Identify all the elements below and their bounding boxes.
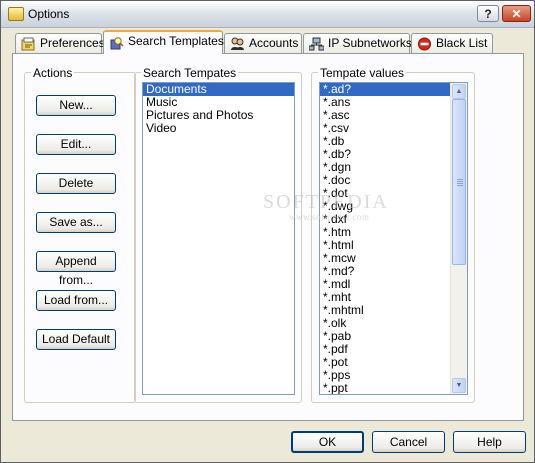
tab-label: Accounts: [249, 36, 299, 50]
help-button[interactable]: Help: [453, 431, 526, 453]
values-scrollbar[interactable]: ▲ ▼: [450, 83, 467, 394]
search-templates-icon: [110, 37, 124, 50]
actions-group: Actions New... Edit... Delete Save as...…: [24, 66, 136, 403]
scroll-thumb[interactable]: [452, 99, 466, 265]
tab-label: Search Templates: [128, 34, 224, 48]
preferences-icon: [21, 37, 35, 51]
network-icon: [309, 37, 324, 51]
scroll-down-arrow-icon[interactable]: ▼: [452, 378, 466, 393]
template-list-item[interactable]: Video: [143, 122, 294, 135]
templates-listbox[interactable]: Documents Music Pictures and Photos Video: [142, 82, 295, 395]
value-list-item[interactable]: *.ppt: [320, 382, 450, 395]
values-group-label: Tempate values: [318, 66, 407, 80]
close-button[interactable]: ✕: [502, 5, 531, 22]
title-bar[interactable]: Options ? ✕: [1, 1, 534, 28]
scroll-up-arrow-icon[interactable]: ▲: [452, 84, 466, 99]
cancel-button[interactable]: Cancel: [372, 431, 445, 453]
app-icon: [8, 7, 24, 21]
templates-group: Search Tempates Documents Music Pictures a…: [134, 66, 302, 403]
load-from-button[interactable]: Load from...: [36, 290, 116, 311]
tab-accounts[interactable]: Accounts: [224, 33, 302, 53]
edit-button[interactable]: Edit...: [36, 134, 116, 155]
values-listbox[interactable]: *.ad? *.ans *.asc *.csv *.db *.db? *.dgn *.doc *…: [319, 82, 468, 395]
values-group: Tempate values *.ad? *.ans *.asc *.csv *.db *…: [311, 66, 475, 403]
search-templates-panel: Actions New... Edit... Delete Save as...…: [12, 53, 524, 421]
tab-ip-subnetworks[interactable]: IP Subnetworks: [303, 33, 412, 53]
templates-group-label: Search Tempates: [141, 66, 239, 80]
help-title-button[interactable]: ?: [477, 5, 499, 22]
new-button[interactable]: New...: [36, 95, 116, 116]
save-as-button[interactable]: Save as...: [36, 212, 116, 233]
options-window: Options ? ✕ Preferences Search Templates…: [0, 0, 535, 463]
users-icon: [231, 37, 244, 50]
blocked-icon: [418, 37, 431, 51]
tab-preferences[interactable]: Preferences: [15, 33, 105, 53]
tab-label: Preferences: [40, 36, 105, 50]
tab-label: IP Subnetworks: [328, 36, 412, 50]
tab-black-list[interactable]: Black List: [411, 33, 493, 53]
tab-label: Black List: [436, 36, 488, 50]
actions-group-label: Actions: [31, 66, 75, 80]
window-title: Options: [28, 7, 70, 21]
load-default-button[interactable]: Load Default: [36, 329, 116, 350]
tab-search-templates[interactable]: Search Templates: [103, 30, 224, 54]
append-from-button[interactable]: Append from...: [36, 251, 116, 287]
delete-button[interactable]: Delete: [36, 173, 116, 194]
ok-button[interactable]: OK: [291, 431, 364, 453]
